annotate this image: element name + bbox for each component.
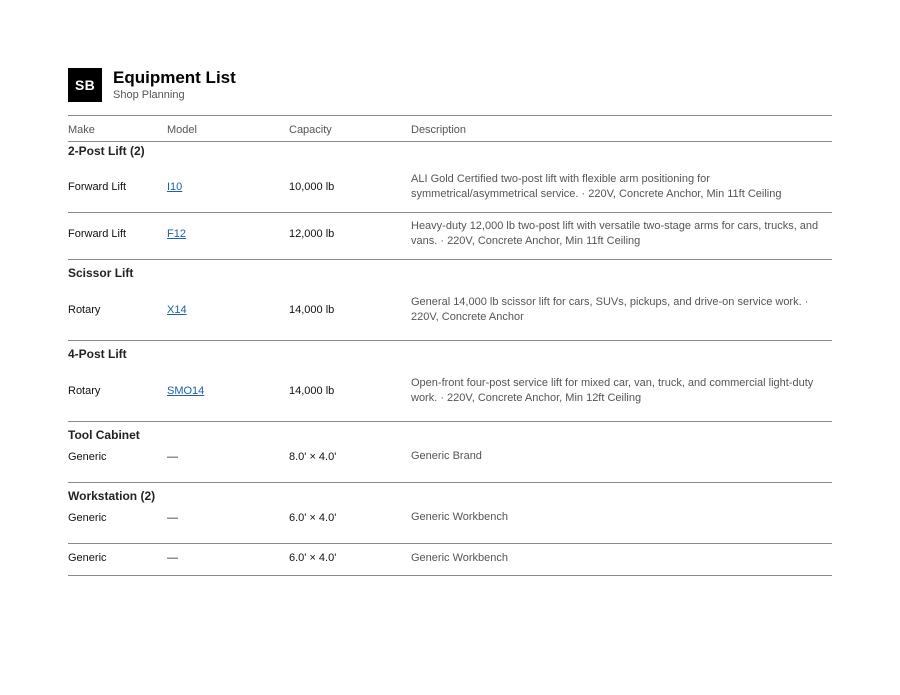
group-title: Scissor Lift — [68, 266, 134, 280]
cell-capacity: 12,000 lb — [289, 228, 335, 240]
cell-description: General 14,000 lb scissor lift for cars,… — [411, 295, 809, 323]
cell-capacity: 6.0' × 4.0' — [289, 511, 337, 524]
cell-model: — — [167, 552, 178, 564]
model-link[interactable]: I10 — [167, 181, 182, 193]
cell-make: Generic — [68, 450, 107, 463]
group-workstation: Workstation (2) Generic — 6.0' × 4.0' Ge… — [68, 483, 832, 576]
cell-make: Rotary — [68, 384, 101, 397]
group-tool-cabinet: Tool Cabinet Generic — 8.0' × 4.0' Gener… — [68, 422, 832, 483]
cell-model: X14 — [167, 304, 289, 316]
table-row: Forward Lift F12 12,000 lb Heavy-duty 12… — [68, 212, 832, 259]
equipment-table: Make Model Capacity Description 2-Post L… — [68, 115, 832, 576]
model-link[interactable]: F12 — [167, 228, 186, 240]
cell-model: SMO14 — [167, 385, 289, 397]
group-2-post-lift: 2-Post Lift (2) Forward Lift I10 10,000 … — [68, 142, 832, 260]
cell-capacity: 10,000 lb — [289, 180, 335, 193]
cell-description: Open-front four-post service lift for mi… — [411, 376, 814, 404]
cell-model: — — [167, 511, 178, 524]
cell-description: Generic Brand — [411, 450, 482, 462]
group-4-post-lift: 4-Post Lift Rotary SMO14 14,000 lb Open-… — [68, 341, 832, 422]
table-row: Rotary SMO14 14,000 lb Open-front four-p… — [68, 362, 832, 421]
cell-model: — — [167, 450, 178, 463]
cell-capacity: 8.0' × 4.0' — [289, 450, 337, 463]
cell-capacity: 14,000 lb — [289, 303, 335, 316]
table-row: Rotary X14 14,000 lb General 14,000 lb s… — [68, 281, 832, 340]
cell-description: Generic Workbench — [411, 551, 509, 564]
table-header: Make Model Capacity Description — [68, 116, 832, 142]
group-title: 4-Post Lift — [68, 347, 127, 361]
header: SB Equipment List Shop Planning — [68, 68, 832, 102]
cell-capacity: 6.0' × 4.0' — [289, 552, 337, 564]
table-row: Generic — 8.0' × 4.0' Generic Brand — [68, 443, 832, 482]
group-title: 2-Post Lift (2) — [68, 144, 145, 158]
group-title: Tool Cabinet — [68, 428, 140, 442]
cell-description: Heavy-duty 12,000 lb two-post lift with … — [411, 220, 819, 247]
page-title: Equipment List — [113, 68, 236, 87]
column-header-capacity: Capacity — [289, 123, 332, 136]
cell-model: I10 — [167, 181, 289, 193]
page-subtitle: Shop Planning — [113, 89, 185, 101]
group-scissor-lift: Scissor Lift Rotary X14 14,000 lb Genera… — [68, 260, 832, 341]
equipment-list-page: SB Equipment List Shop Planning Make Mod… — [68, 68, 832, 576]
cell-make: Forward Lift — [68, 180, 127, 193]
cell-description: ALI Gold Certified two-post lift with fl… — [411, 172, 782, 200]
table-row: Forward Lift I10 10,000 lb ALI Gold Cert… — [68, 159, 832, 212]
header-titles: Equipment List Shop Planning — [113, 68, 236, 102]
model-link[interactable]: SMO14 — [167, 385, 204, 397]
cell-make: Rotary — [68, 303, 101, 316]
table-row: Generic — 6.0' × 4.0' Generic Workbench — [68, 504, 832, 543]
cell-description: Generic Workbench — [411, 511, 509, 523]
column-header-description: Description — [411, 123, 467, 136]
cell-model: F12 — [167, 228, 289, 240]
cell-make: Generic — [68, 511, 107, 524]
column-header-model: Model — [167, 123, 197, 136]
cell-make: Forward Lift — [68, 228, 127, 240]
cell-capacity: 14,000 lb — [289, 384, 335, 397]
cell-make: Generic — [68, 552, 107, 564]
table-row: Generic — 6.0' × 4.0' Generic Workbench — [68, 543, 832, 575]
model-link[interactable]: X14 — [167, 304, 187, 316]
logo: SB — [68, 68, 102, 102]
group-title: Workstation (2) — [68, 489, 156, 503]
column-header-make: Make — [68, 123, 95, 136]
